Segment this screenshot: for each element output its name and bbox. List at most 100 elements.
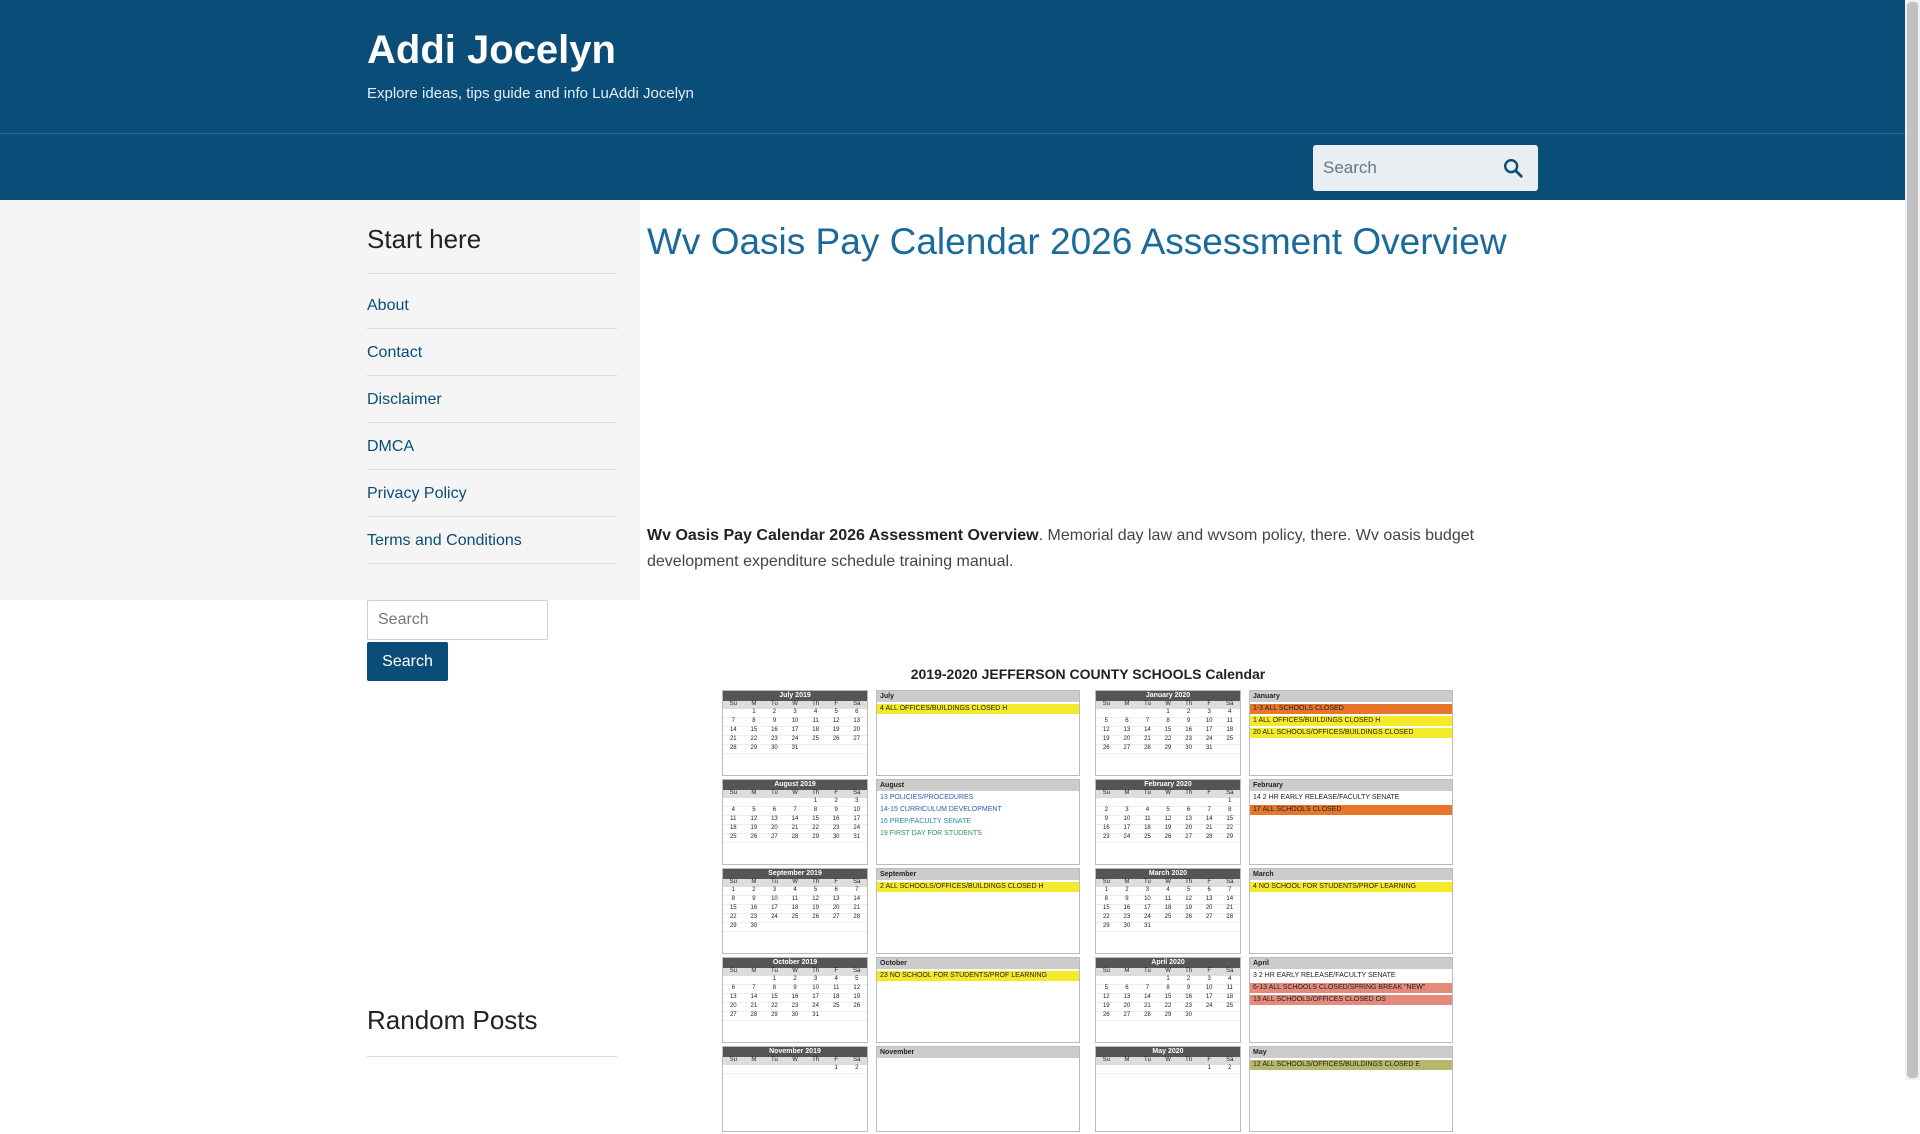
calendar-day: 15	[1164, 727, 1172, 733]
calendar-note: 23 NO SCHOOL FOR STUDENTS/PROF LEARNING	[877, 971, 1079, 981]
calendar-day	[764, 1065, 785, 1073]
calendar-week: 13 14 15 16 17 18 19	[723, 994, 867, 1003]
calendar-day: 2	[772, 709, 777, 715]
calendar-day	[846, 923, 867, 931]
calendar-day: 31	[1205, 745, 1213, 751]
calendar-day: 27	[1185, 834, 1192, 840]
calendar-row: November 2019 Su M Tu W Th F Sa 1 2 November May 20…	[722, 1046, 1454, 1134]
calendar-day: 20	[1123, 736, 1131, 742]
calendar-day: 24	[853, 825, 861, 831]
calendar-day: 1	[752, 709, 756, 715]
calendar-note: 1-3 ALL SCHOOLS CLOSED	[1250, 704, 1452, 714]
calendar-day: 15	[812, 816, 819, 822]
calendar-week: 19 20 21 22 23 24 25	[1096, 736, 1240, 745]
calendar-weekday-row: Su M Tu W Th F Sa	[1096, 701, 1240, 709]
calendar-week: 18 19 20 21 22 23 24	[723, 825, 867, 834]
calendar-day	[744, 976, 765, 984]
calendar-day: 31	[853, 834, 861, 840]
calendar-weekday: F	[834, 879, 839, 885]
calendar-note: 12 ALL SCHOOLS/OFFICES/BUILDINGS CLOSED …	[1250, 1060, 1452, 1070]
calendar-day: 14	[1226, 896, 1234, 902]
sidebar-search-button[interactable]: Search	[367, 642, 448, 681]
calendar-day: 19	[750, 825, 758, 831]
calendar-day: 30	[832, 834, 840, 840]
calendar-day: 14	[729, 727, 737, 733]
calendar-note: 17 ALL SCHOOLS CLOSED	[1250, 805, 1452, 815]
calendar-day: 6	[772, 807, 777, 813]
calendar-weekday: Th	[1185, 879, 1193, 885]
calendar-day: 21	[853, 905, 861, 911]
calendar-day	[1117, 798, 1138, 806]
calendar-day: 11	[1226, 985, 1233, 991]
scrollbar-thumb[interactable]	[1907, 2, 1918, 1078]
calendar-day	[805, 923, 826, 931]
sidebar-link-privacy-policy[interactable]: Privacy Policy	[367, 470, 617, 517]
sidebar-link-disclaimer[interactable]: Disclaimer	[367, 376, 617, 423]
calendar-notes: July 4 ALL OFFICES/BUILDINGS CLOSED H	[876, 690, 1080, 776]
calendar-day: 1	[1207, 1065, 1211, 1071]
site-title[interactable]: Addi Jocelyn	[367, 28, 616, 73]
calendar-day: 17	[791, 727, 799, 733]
calendar-day: 24	[1123, 834, 1131, 840]
calendar-day	[1219, 745, 1240, 753]
page-scrollbar[interactable]	[1905, 0, 1920, 1080]
calendar-notes-title: August	[877, 780, 1079, 791]
nav-search-input[interactable]: Search	[1323, 145, 1377, 191]
calendar-day: 16	[1123, 905, 1131, 911]
calendar-weekday: W	[1165, 701, 1171, 707]
calendar-day: 3	[772, 887, 777, 893]
sidebar-link-dmca[interactable]: DMCA	[367, 423, 617, 470]
calendar-day: 1	[731, 887, 735, 893]
calendar-day: 7	[793, 807, 797, 813]
calendar-day	[826, 1012, 847, 1020]
calendar-weekday: Th	[812, 790, 820, 796]
calendar-day: 25	[1164, 914, 1172, 920]
sidebar-heading: Start here	[367, 200, 617, 274]
calendar-day: 21	[1144, 736, 1151, 742]
calendar-day	[1117, 976, 1138, 984]
calendar-day: 2	[834, 798, 838, 804]
nav-search-box[interactable]: Search	[1313, 145, 1538, 191]
calendar-weekday: F	[1207, 1057, 1212, 1063]
calendar-day: 14	[1205, 816, 1213, 822]
calendar-day: 19	[1102, 1003, 1110, 1009]
calendar-day	[1096, 798, 1117, 806]
calendar-day: 2	[1228, 1065, 1232, 1071]
calendar-week: 12 13 14 15 16 17 18	[1096, 727, 1240, 736]
calendar-day: 2	[1125, 887, 1129, 893]
calendar-week: 14 15 16 17 18 19 20	[723, 727, 867, 736]
calendar-day: 19	[853, 994, 861, 1000]
calendar-day: 28	[791, 834, 799, 840]
calendar-weekday: Tu	[1144, 790, 1151, 796]
sidebar-link-about[interactable]: About	[367, 282, 617, 329]
sidebar-search-input[interactable]: Search	[367, 600, 548, 640]
calendar-day: 22	[1102, 914, 1110, 920]
calendar-day: 1	[834, 1065, 838, 1071]
calendar-day: 3	[1145, 887, 1150, 893]
calendar-notes: November	[876, 1046, 1080, 1132]
calendar-day: 19	[1102, 736, 1110, 742]
calendar-day: 8	[772, 985, 777, 991]
post-title[interactable]: Wv Oasis Pay Calendar 2026 Assessment Ov…	[647, 200, 1547, 263]
calendar-notes-title: January	[1250, 691, 1452, 702]
sidebar-link-terms[interactable]: Terms and Conditions	[367, 517, 617, 564]
calendar-day: 6	[834, 887, 838, 893]
calendar-week: 22 23 24 25 26 27 28	[723, 914, 867, 923]
calendar-day: 27	[1123, 745, 1131, 751]
calendar-day: 18	[1226, 727, 1234, 733]
calendar-day: 11	[833, 985, 840, 991]
calendar-day: 8	[731, 896, 735, 902]
calendar-day	[1199, 923, 1220, 931]
calendar-day: 7	[752, 985, 756, 991]
calendar-title: 2019-2020 JEFFERSON COUNTY SCHOOLS Calen…	[910, 666, 1266, 682]
calendar-day: 29	[1164, 1012, 1172, 1018]
calendar-weekday: Su	[1102, 879, 1110, 885]
calendar-day	[1096, 709, 1117, 717]
calendar-note: 14-15 CURRICULUM DEVELOPMENT	[880, 806, 1002, 813]
calendar-day: 1	[1104, 887, 1108, 893]
calendar-day: 26	[832, 736, 840, 742]
sidebar-link-contact[interactable]: Contact	[367, 329, 617, 376]
calendar-week: 16 17 18 19 20 21 22	[1096, 825, 1240, 834]
calendar-weekday: F	[834, 968, 839, 974]
search-icon[interactable]	[1502, 157, 1524, 179]
